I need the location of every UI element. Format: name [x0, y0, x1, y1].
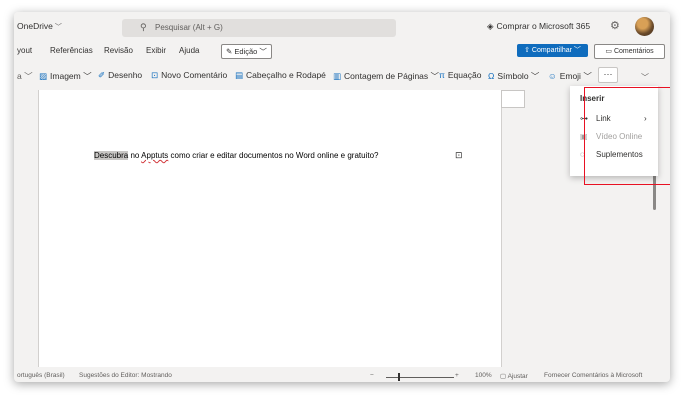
zoom-level[interactable]: 100% — [475, 372, 492, 379]
image-label: Imagem — [50, 71, 81, 81]
header-footer-label: Cabeçalho e Rodapé — [246, 70, 326, 80]
chevron-down-icon: ﹀ — [80, 71, 92, 81]
buy-label: Comprar o Microsoft 365 — [496, 21, 591, 31]
insert-drawing-button[interactable]: ✐ Desenho — [98, 70, 142, 81]
language-status[interactable]: ortuguês (Brasil) — [17, 372, 65, 379]
page-margin-box — [501, 90, 525, 108]
emoji-button[interactable]: ☺ Emoji ﹀ — [548, 70, 592, 82]
editing-mode-dropdown[interactable]: ✎ Edição ﹀ — [221, 44, 272, 59]
chevron-down-icon: ﹀ — [54, 24, 62, 31]
comments-label: Comentários — [613, 48, 654, 55]
menu-tabs: yout Referências Revisão Exibir Ajuda ✎ … — [14, 42, 670, 60]
document-page[interactable]: Descubra no Apptuts como criar e editar … — [38, 90, 502, 367]
insert-ribbon: a ﹀ ▨ Imagem ﹀ ✐ Desenho ⊡ Novo Comentário … — [14, 62, 670, 88]
comment-icon: ▭ — [605, 48, 614, 55]
fit-icon: ▢ — [500, 373, 508, 380]
zoom-out-button[interactable]: − — [370, 372, 374, 379]
app-switcher[interactable]: OneDrive ﹀ — [17, 21, 62, 32]
editor-status[interactable]: Sugestões do Editor: Mostrando — [79, 372, 172, 379]
fit-label: Ajustar — [507, 373, 528, 380]
share-label: Compartilhar — [531, 47, 572, 54]
image-icon: ▨ — [39, 71, 48, 81]
text-run: como criar e editar documentos no Word o… — [168, 151, 379, 160]
comments-button[interactable]: ▭ Comentários — [594, 44, 665, 59]
document-canvas: Descubra no Apptuts como criar e editar … — [14, 90, 650, 367]
tab-revisao[interactable]: Revisão — [104, 46, 133, 55]
search-icon: ⚲ — [140, 22, 147, 32]
symbol-label: Símbolo — [497, 71, 529, 81]
equation-label: Equação — [447, 70, 482, 80]
share-icon: ⇧ — [524, 47, 532, 54]
comment-marker-icon[interactable]: ⊡ — [455, 150, 463, 161]
chevron-down-icon: ﹀ — [580, 71, 592, 81]
highlight-annotation-box — [584, 87, 670, 185]
selected-word[interactable]: Descubra — [94, 151, 129, 160]
tab-exibir[interactable]: Exibir — [146, 46, 166, 55]
more-options-button[interactable]: ··· — [598, 67, 618, 83]
search-box[interactable]: ⚲ Pesquisar (Alt + G) — [122, 19, 396, 37]
ribbon-overflow-left[interactable]: a ﹀ — [17, 70, 33, 82]
equation-button[interactable]: π Equação — [439, 70, 481, 80]
emoji-icon: ☺ — [548, 71, 557, 81]
chevron-down-icon: ﹀ — [571, 47, 581, 54]
chevron-down-icon: ﹀ — [528, 71, 540, 81]
zoom-slider-thumb[interactable] — [398, 373, 400, 381]
header-footer-button[interactable]: ▤ Cabeçalho e Rodapé — [235, 70, 326, 81]
feedback-link[interactable]: Fornecer Comentários à Microsoft — [544, 372, 642, 379]
zoom-slider-track[interactable] — [386, 377, 454, 378]
fit-button[interactable]: ▢ Ajustar — [500, 372, 528, 380]
chevron-down-icon: ﹀ — [257, 47, 267, 56]
settings-gear-icon[interactable]: ⚙ — [610, 19, 620, 32]
new-comment-button[interactable]: ⊡ Novo Comentário — [151, 70, 227, 81]
new-comment-label: Novo Comentário — [161, 70, 228, 80]
diamond-icon: ◈ — [487, 21, 494, 31]
avatar[interactable] — [635, 17, 654, 36]
document-paragraph[interactable]: Descubra no Apptuts como criar e editar … — [94, 151, 378, 160]
omega-icon: Ω — [488, 71, 495, 81]
misspelled-word[interactable]: Apptuts — [141, 151, 168, 160]
drawing-icon: ✐ — [98, 70, 106, 80]
search-input[interactable]: Pesquisar (Alt + G) — [155, 23, 223, 32]
title-bar: OneDrive ﹀ ⚲ Pesquisar (Alt + G) ◈ Comprar… — [14, 12, 670, 42]
status-bar: ortuguês (Brasil) Sugestões do Editor: M… — [14, 368, 670, 382]
emoji-label: Emoji — [559, 71, 581, 81]
text-run: no — [128, 151, 142, 160]
pi-icon: π — [439, 70, 445, 80]
symbol-button[interactable]: Ω Símbolo ﹀ — [488, 70, 539, 82]
page-count-icon: ▥ — [333, 71, 342, 81]
insert-image-button[interactable]: ▨ Imagem ﹀ — [39, 70, 92, 82]
ribbon-expand-chevron-icon[interactable]: ﹀ — [641, 72, 649, 83]
page-count-label: Contagem de Páginas — [344, 71, 429, 81]
drawing-label: Desenho — [108, 70, 143, 80]
tab-referencias[interactable]: Referências — [50, 46, 93, 55]
page-count-button[interactable]: ▥ Contagem de Páginas ﹀ — [333, 70, 439, 82]
chevron-down-icon: ﹀ — [428, 71, 440, 81]
new-comment-icon: ⊡ — [151, 70, 159, 80]
word-window: OneDrive ﹀ ⚲ Pesquisar (Alt + G) ◈ Comprar… — [14, 12, 670, 382]
header-footer-icon: ▤ — [235, 70, 244, 80]
edit-mode-label: Edição — [234, 47, 258, 56]
tab-ajuda[interactable]: Ajuda — [179, 46, 199, 55]
tab-layout[interactable]: yout — [17, 46, 32, 55]
buy-microsoft-365-button[interactable]: ◈ Comprar o Microsoft 365 — [487, 21, 590, 32]
share-button[interactable]: ⇧ Compartilhar ﹀ — [517, 44, 588, 57]
zoom-in-button[interactable]: + — [455, 372, 459, 379]
app-name: OneDrive — [17, 21, 53, 31]
